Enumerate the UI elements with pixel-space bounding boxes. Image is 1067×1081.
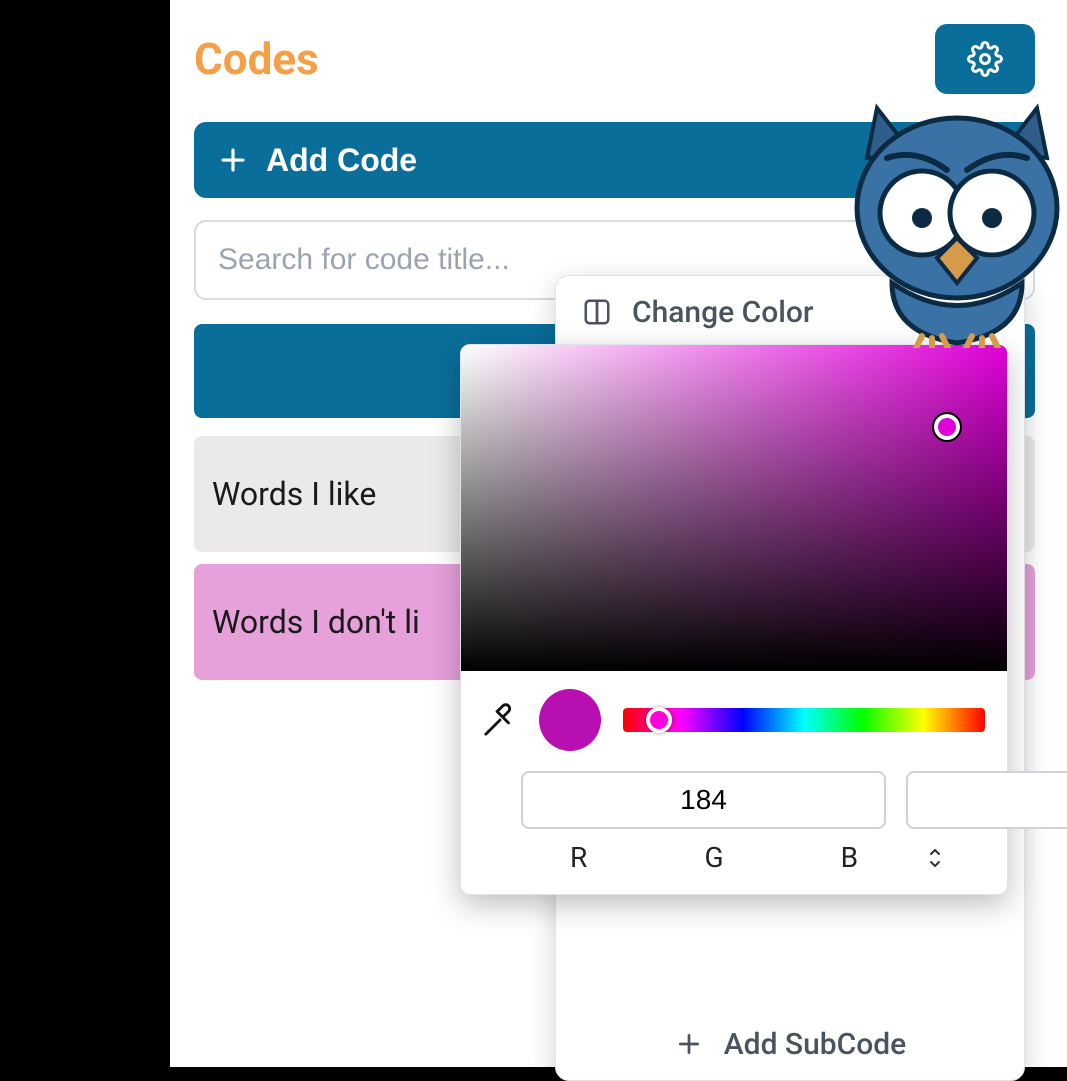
color-swatch xyxy=(539,689,601,751)
settings-button[interactable] xyxy=(935,24,1035,94)
eyedropper-icon[interactable] xyxy=(483,703,517,737)
saturation-area[interactable] xyxy=(461,345,1007,671)
picker-controls-row xyxy=(461,671,1007,761)
r-label: R xyxy=(521,841,636,874)
rgb-labels: R G B xyxy=(461,835,1007,894)
hue-handle[interactable] xyxy=(646,707,672,733)
rgb-inputs xyxy=(461,761,1007,835)
hue-slider[interactable] xyxy=(623,708,985,732)
saturation-handle[interactable] xyxy=(934,414,960,440)
gear-icon xyxy=(967,41,1003,77)
b-label: B xyxy=(792,841,907,874)
add-code-label: Add Code xyxy=(266,142,417,179)
color-mode-toggle[interactable] xyxy=(927,846,947,870)
change-color-label: Change Color xyxy=(632,295,814,330)
r-input[interactable] xyxy=(521,771,886,829)
header-row: Codes xyxy=(194,24,1035,94)
owl-mascot xyxy=(837,98,1067,348)
g-input[interactable] xyxy=(906,771,1067,829)
add-subcode-label: Add SubCode xyxy=(724,1027,906,1062)
plus-icon xyxy=(218,145,248,175)
g-label: G xyxy=(656,841,771,874)
add-subcode-menu-item[interactable]: Add SubCode xyxy=(556,1008,1024,1080)
palette-icon xyxy=(582,297,612,327)
code-item-label: Words I like xyxy=(212,475,376,513)
plus-icon xyxy=(674,1031,704,1057)
page-title: Codes xyxy=(194,33,319,85)
code-item-label: Words I don't li xyxy=(212,603,420,641)
color-picker: R G B xyxy=(460,344,1008,895)
